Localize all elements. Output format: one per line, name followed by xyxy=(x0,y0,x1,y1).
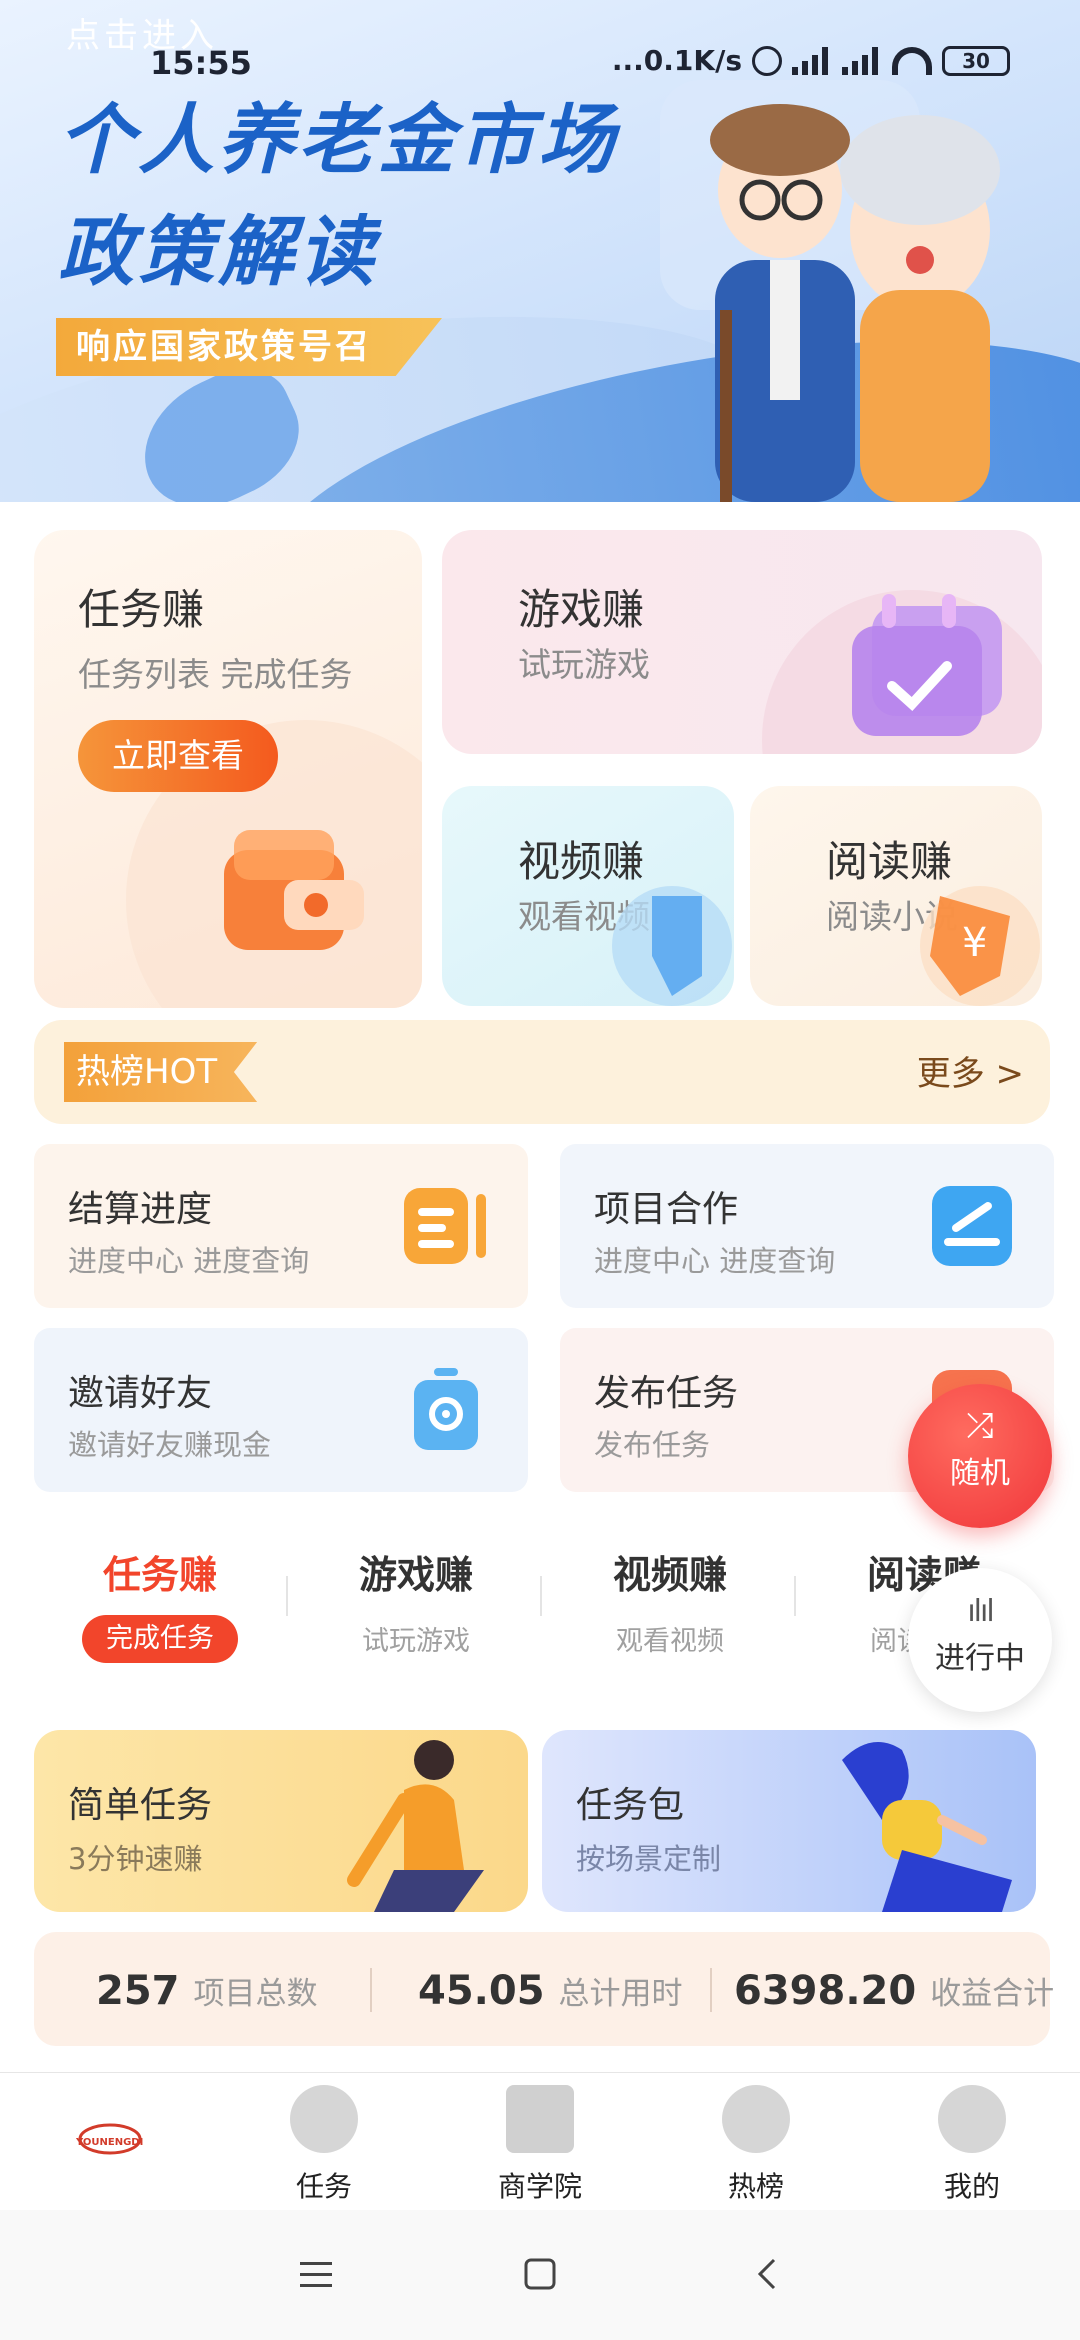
policy-banner[interactable]: 点击进入 15:55 ...0.1K/s 30 个人养老金市场 政策解读 响应国… xyxy=(0,0,1080,502)
game-earn-card[interactable]: 游戏赚 试玩游戏 xyxy=(442,530,1042,754)
task-pack-card[interactable]: 任务包 按场景定制 xyxy=(542,1730,1036,1912)
tab-divider xyxy=(540,1576,542,1616)
tab-label: 视频赚 xyxy=(612,1553,727,1597)
nav-label: 我的 xyxy=(943,2170,1000,2203)
logo-text: YOUNENGDI xyxy=(75,2137,143,2148)
stat-total-time: 45.05 总计用时 xyxy=(418,1968,683,2014)
tile-subtitle: 进度中心 进度查询 xyxy=(594,1244,836,1278)
stats-summary: 257 项目总数 45.05 总计用时 6398.20 收益合计 xyxy=(34,1932,1054,2046)
banner-title: 个人养老金市场 xyxy=(58,95,618,184)
project-cooperation-tile[interactable]: 项目合作 进度中心 进度查询 xyxy=(560,1144,1054,1308)
nav-label: 任务 xyxy=(295,2170,352,2203)
stopwatch-icon xyxy=(414,1368,478,1450)
elderly-couple-illustration xyxy=(660,80,1000,502)
card-title: 游戏赚 xyxy=(518,585,645,634)
tab-sublabel: 观看视频 xyxy=(616,1626,724,1657)
promo-subtitle: 3分钟速赚 xyxy=(68,1842,203,1876)
tab-video-earn[interactable]: 视频赚 观看视频 xyxy=(570,1544,770,1658)
back-icon[interactable] xyxy=(748,2254,788,2294)
stat-label: 总计用时 xyxy=(558,1976,683,2012)
tab-sublabel: 完成任务 xyxy=(82,1615,238,1663)
tile-subtitle: 邀请好友赚现金 xyxy=(68,1428,272,1462)
more-link[interactable]: 更多 > xyxy=(917,1046,1024,1095)
hot-list-bar[interactable]: 热榜HOT 更多 > xyxy=(34,1020,1050,1124)
view-now-button[interactable]: 立即查看 xyxy=(78,720,278,792)
stat-label: 项目总数 xyxy=(193,1976,318,2012)
nav-item-hot[interactable]: 热榜 xyxy=(676,2085,836,2205)
stat-value: 45.05 xyxy=(418,1968,545,2014)
svg-text:¥: ¥ xyxy=(962,920,987,966)
tab-divider xyxy=(794,1576,796,1616)
video-earn-card[interactable]: 视频赚 观看视频 xyxy=(442,786,734,1006)
bottom-navigation: YOUNENGDI 任务 商学院 热榜 我的 xyxy=(0,2072,1080,2210)
nav-item-academy[interactable]: 商学院 xyxy=(460,2085,620,2205)
stat-total-earnings: 6398.20 收益合计 xyxy=(734,1968,1054,2014)
video-icon xyxy=(612,886,732,1006)
promo-title: 任务包 xyxy=(576,1785,685,1826)
tile-title: 结算进度 xyxy=(68,1189,213,1230)
promo-title: 简单任务 xyxy=(68,1785,213,1826)
tile-title: 邀请好友 xyxy=(68,1373,213,1414)
tab-game-earn[interactable]: 游戏赚 试玩游戏 xyxy=(316,1544,516,1658)
stat-divider xyxy=(710,1968,712,2012)
status-time: 15:55 xyxy=(150,44,252,82)
crown-icon xyxy=(722,2085,790,2153)
stat-value: 257 xyxy=(96,1968,180,2014)
flower-icon xyxy=(290,2085,358,2153)
sound-wave-icon: ılıl xyxy=(967,1594,994,1629)
home-icon[interactable] xyxy=(520,2254,560,2294)
nav-label: 商学院 xyxy=(497,2170,582,2203)
banner-slogan: 响应国家政策号召 xyxy=(56,318,442,376)
graduation-cap-icon xyxy=(506,2085,574,2153)
tab-label: 任务赚 xyxy=(102,1553,217,1597)
in-progress-label: 进行中 xyxy=(935,1641,1025,1676)
menu-icon[interactable] xyxy=(296,2254,336,2294)
yuan-coin-icon: ¥ xyxy=(920,886,1040,1006)
sitting-person-illustration xyxy=(842,1742,1012,1912)
tile-subtitle: 进度中心 进度查询 xyxy=(68,1244,310,1278)
banner-subtitle: 政策解读 xyxy=(58,207,378,296)
document-icon xyxy=(404,1188,486,1264)
nav-label: 热榜 xyxy=(727,2170,784,2203)
stat-project-total: 257 项目总数 xyxy=(96,1968,318,2014)
tile-title: 发布任务 xyxy=(594,1373,739,1414)
wallet-icon xyxy=(224,830,364,950)
system-navigation-bar xyxy=(0,2210,1080,2340)
stat-label: 收益合计 xyxy=(930,1976,1055,2012)
running-person-illustration xyxy=(347,1740,484,1912)
home-logo[interactable]: YOUNENGDI xyxy=(70,2113,150,2169)
read-earn-card[interactable]: 阅读赚 阅读小说 ¥ xyxy=(750,786,1042,1006)
random-button[interactable]: ⤮ 随机 xyxy=(908,1384,1052,1528)
stat-divider xyxy=(370,1968,372,2012)
tab-divider xyxy=(286,1576,288,1616)
simple-task-card[interactable]: 简单任务 3分钟速赚 xyxy=(34,1730,528,1912)
tile-subtitle: 发布任务 xyxy=(594,1428,711,1462)
tab-sublabel: 试玩游戏 xyxy=(362,1626,470,1657)
edit-icon xyxy=(932,1186,1012,1266)
calendar-check-icon xyxy=(852,594,1002,736)
random-label: 随机 xyxy=(950,1456,1010,1491)
invite-friends-tile[interactable]: 邀请好友 邀请好友赚现金 xyxy=(34,1328,528,1492)
user-icon xyxy=(938,2085,1006,2153)
nav-item-task[interactable]: 任务 xyxy=(244,2085,404,2205)
card-subtitle: 试玩游戏 xyxy=(518,645,650,684)
settlement-progress-tile[interactable]: 结算进度 进度中心 进度查询 xyxy=(34,1144,528,1308)
promo-subtitle: 按场景定制 xyxy=(576,1842,722,1876)
hot-tag: 热榜HOT xyxy=(64,1042,258,1102)
task-earn-card[interactable]: 任务赚 任务列表 完成任务 立即查看 xyxy=(34,530,422,1008)
shuffle-icon: ⤮ xyxy=(966,1406,994,1446)
tile-title: 项目合作 xyxy=(594,1189,739,1230)
stat-value: 6398.20 xyxy=(734,1968,917,2014)
nav-item-mine[interactable]: 我的 xyxy=(892,2085,1052,2205)
app-root: 点击进入 15:55 ...0.1K/s 30 个人养老金市场 政策解读 响应国… xyxy=(0,0,1080,2340)
in-progress-button[interactable]: ılıl 进行中 xyxy=(908,1568,1052,1712)
tab-task-earn[interactable]: 任务赚 完成任务 xyxy=(60,1544,260,1663)
card-title: 任务赚 xyxy=(78,585,205,634)
tab-label: 游戏赚 xyxy=(358,1553,473,1597)
card-subtitle: 任务列表 完成任务 xyxy=(78,655,353,694)
